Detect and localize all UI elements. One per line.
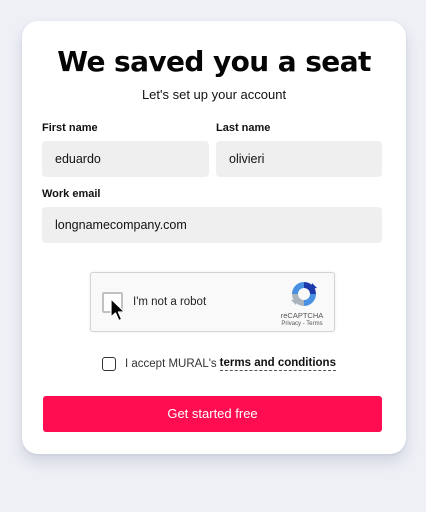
last-name-label: Last name	[216, 122, 271, 134]
get-started-button[interactable]: Get started free	[43, 396, 382, 432]
work-email-label: Work email	[42, 188, 101, 200]
page-subtitle: Let's set up your account	[141, 87, 287, 102]
work-email-field[interactable]: longnamecompany.com	[42, 207, 382, 243]
recaptcha-privacy-link[interactable]: Privacy	[281, 321, 301, 327]
recaptcha-label: I'm not a robot	[133, 296, 207, 308]
terms-checkbox[interactable]	[102, 357, 116, 371]
page-title: We saved you a seat	[57, 45, 371, 78]
terms-text: I accept MURAL's	[125, 358, 217, 370]
last-name-field[interactable]: olivieri	[216, 141, 382, 177]
recaptcha-widget: I'm not a robot reCAPTCHA Privacy - Term…	[90, 272, 335, 332]
mouse-pointer-icon	[110, 298, 126, 322]
terms-row: I accept MURAL's terms and conditions	[102, 354, 336, 374]
recaptcha-terms-link[interactable]: Terms	[306, 321, 322, 327]
terms-link[interactable]: terms and conditions	[219, 357, 336, 371]
first-name-label: First name	[42, 122, 98, 134]
recaptcha-logo-icon	[291, 282, 317, 306]
signup-card: We saved you a seat Let's set up your ac…	[22, 21, 406, 454]
recaptcha-brand: reCAPTCHA	[280, 311, 324, 320]
recaptcha-links: Privacy - Terms	[271, 321, 333, 327]
first-name-field[interactable]: eduardo	[42, 141, 209, 177]
